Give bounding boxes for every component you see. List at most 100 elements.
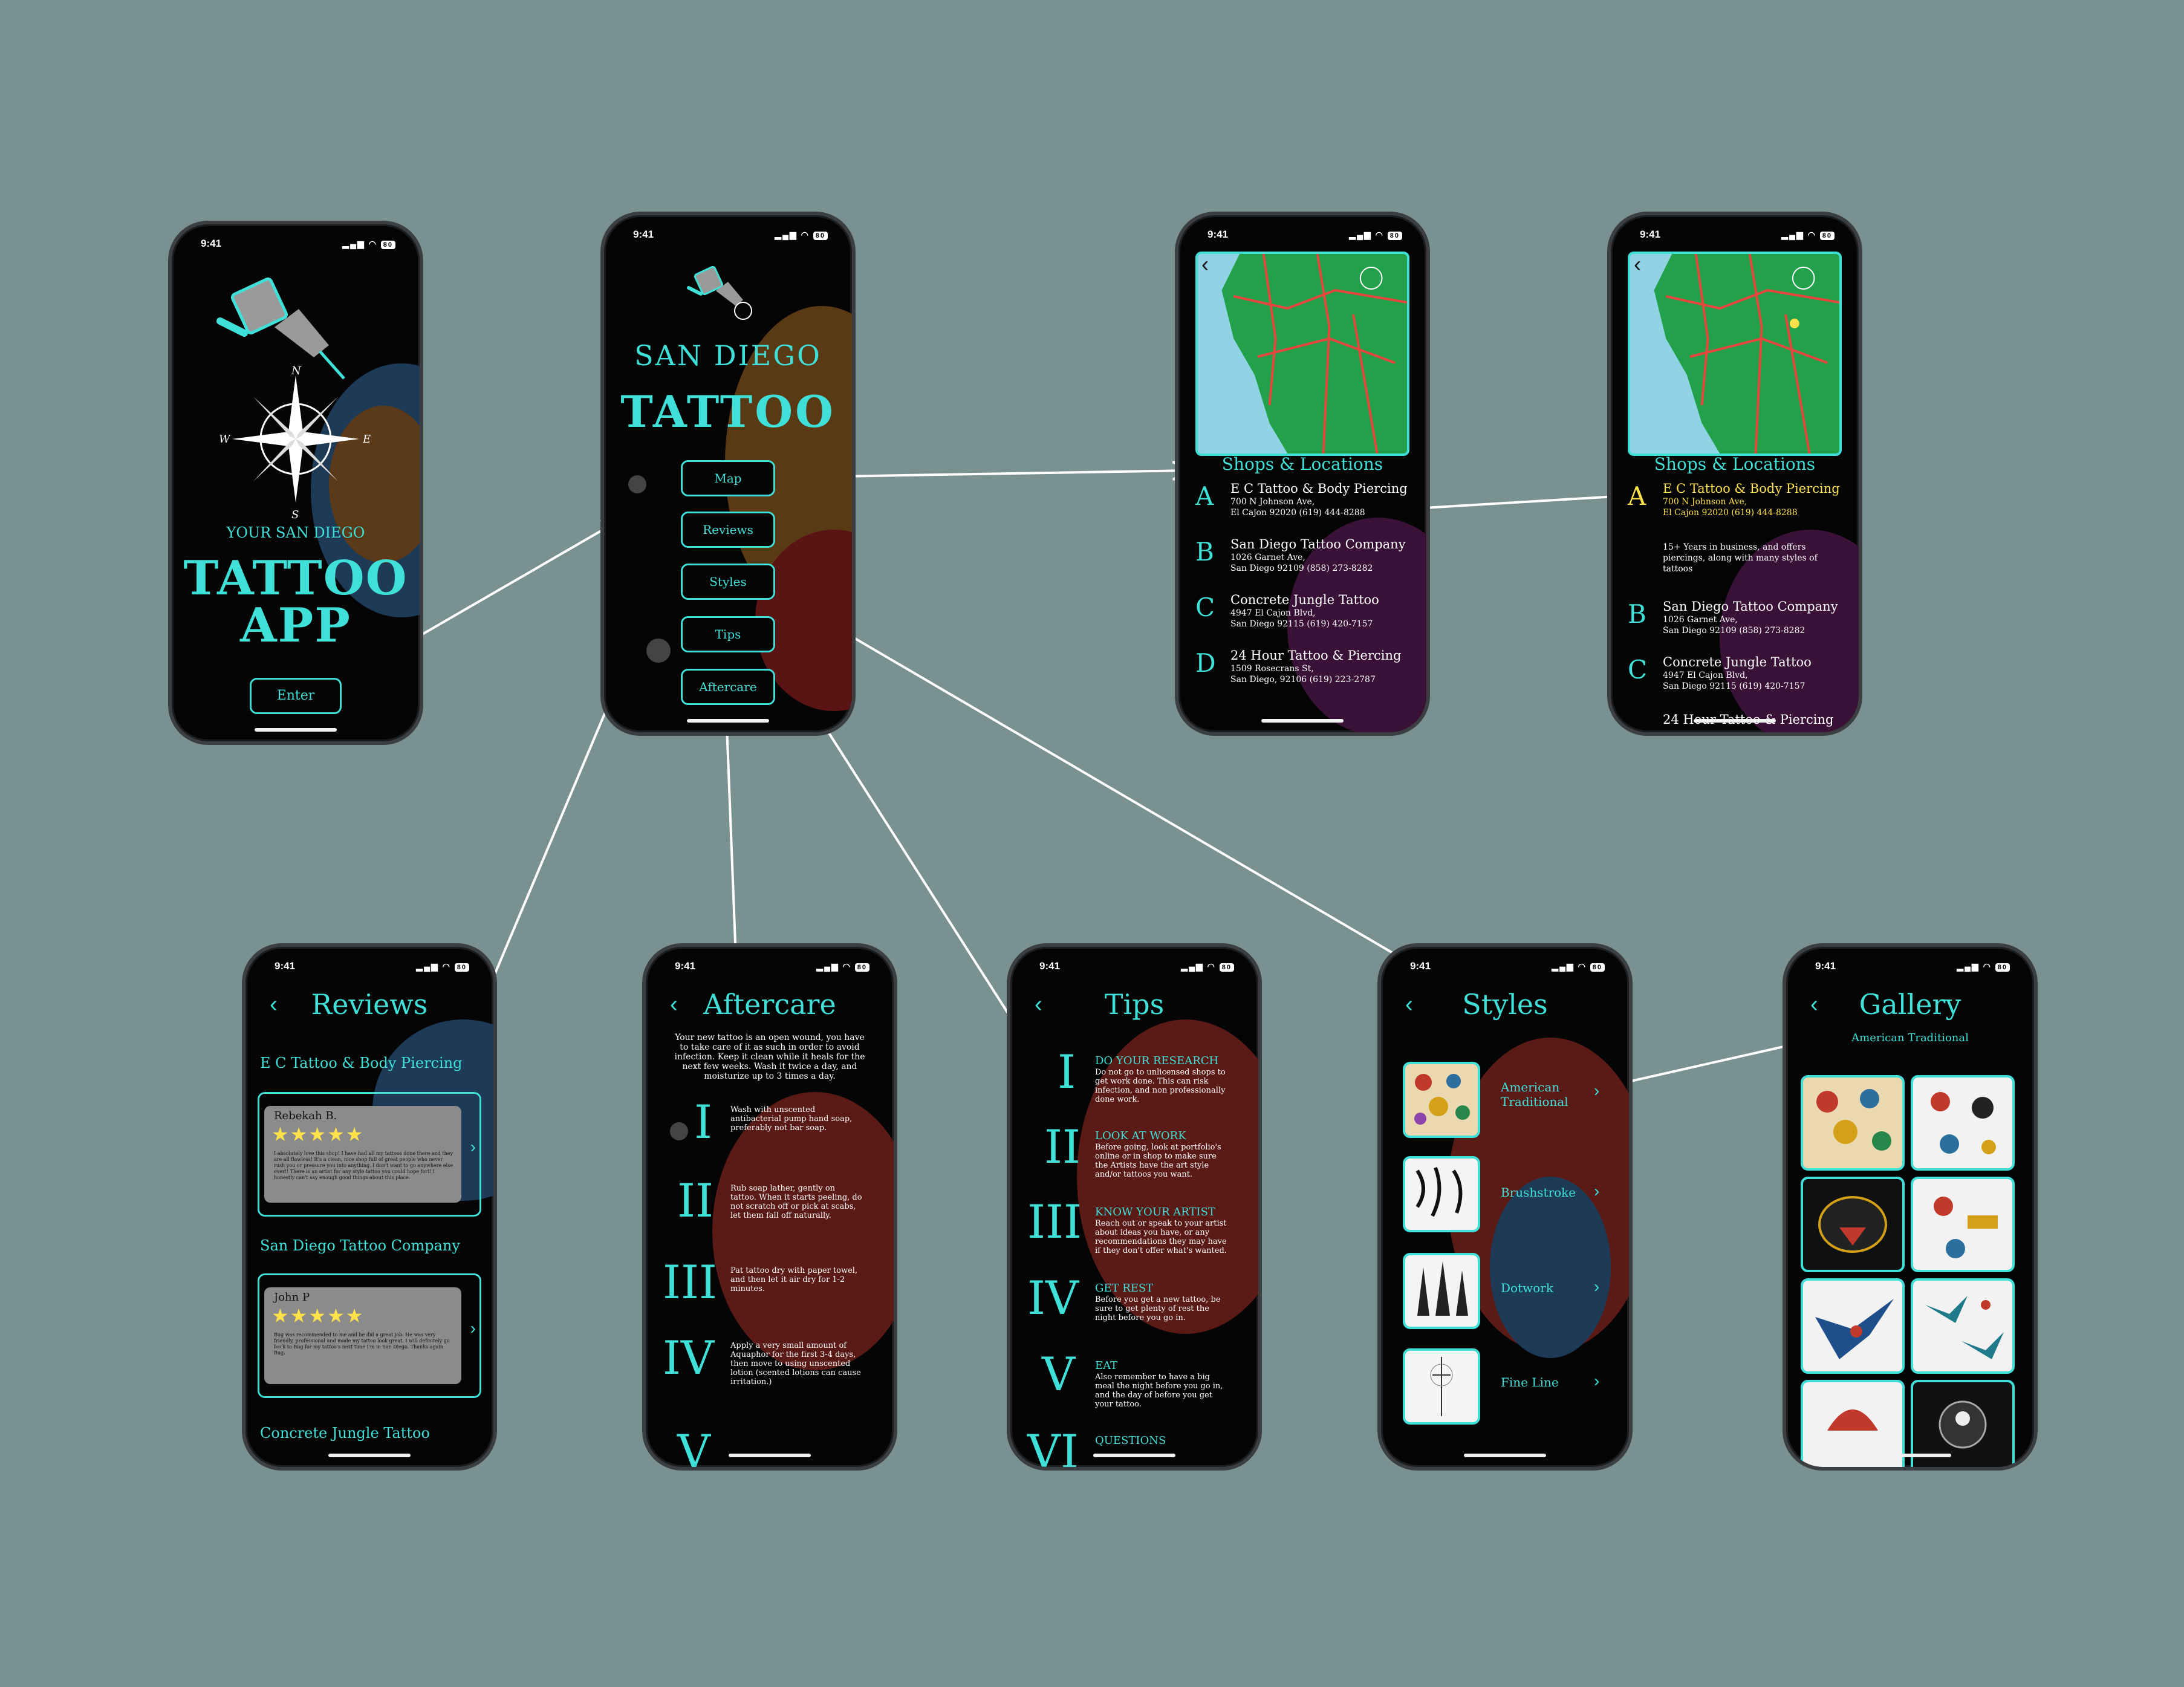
style-label-brushstroke[interactable]: Brushstroke [1501, 1185, 1576, 1200]
home-indicator [1694, 719, 1776, 723]
shops-heading: Shops & Locations [1221, 454, 1383, 474]
gallery-image[interactable] [1911, 1075, 2015, 1171]
style-thumb-dotwork[interactable] [1403, 1253, 1480, 1329]
reviews-title: Reviews [311, 988, 428, 1021]
tattoo-machine-icon [687, 265, 752, 320]
tip-number: III [1027, 1195, 1082, 1249]
step-text: Pat tattoo dry with paper towel, and the… [730, 1266, 858, 1293]
home-indicator [255, 728, 337, 732]
shop-item-b[interactable]: B San Diego Tattoo Company 1026 Garnet A… [1195, 537, 1414, 585]
styles-button[interactable]: Styles [681, 564, 775, 600]
tip-heading: GET REST [1095, 1282, 1154, 1295]
aftercare-title: Aftercare [703, 988, 836, 1021]
style-label-dotwork[interactable]: Dotwork [1501, 1281, 1553, 1295]
status-bar: 9:41 ▂▄▆ ◠ 80 [1207, 229, 1402, 247]
phone-splash: 9:41 ▂▄▆ ◠ 80 N S W E YOUR SAN DIEGO TATT… [168, 221, 423, 745]
flash-sheet-image [1934, 1197, 1998, 1258]
tip-text: Before you get a new tattoo, be sure to … [1095, 1295, 1221, 1322]
splash-subtitle: YOUR SAN DIEGO [226, 524, 365, 541]
tip-number: II [1044, 1120, 1081, 1174]
tip-text: Before going, look at portfolio's online… [1095, 1143, 1221, 1179]
home-indicator [328, 1454, 411, 1457]
shop-item-d[interactable]: D 24 Hour Tattoo & Piercing 1509 Rosecra… [1195, 648, 1414, 697]
aftercare-button[interactable]: Aftercare [681, 669, 775, 705]
review-shop-3: Concrete Jungle Tattoo [260, 1425, 430, 1442]
star-rating: ★★★★★ [271, 1304, 365, 1327]
panther-image [1818, 1196, 1887, 1253]
phone-gallery: 9:41 ▂▄▆ ◠ 80 ‹ Gallery American Traditio… [1783, 943, 2038, 1471]
tattoo-machine-icon [216, 277, 345, 380]
home-indicator [687, 719, 769, 723]
review-body: John P ★★★★★ Bug was recommended to me a… [264, 1287, 461, 1384]
back-icon[interactable]: ‹ [1634, 254, 1641, 277]
shop-map[interactable]: ‹ [1195, 252, 1409, 456]
shops-heading: Shops & Locations [1654, 454, 1816, 474]
status-bar: 9:41 ▂▄▆ ◠ 80 [1410, 960, 1605, 978]
reviews-button[interactable]: Reviews [681, 512, 775, 548]
phone-styles: 9:41 ▂▄▆ ◠ 80 ‹ Styles American Tradition… [1377, 943, 1633, 1471]
dot-decoration [670, 1122, 688, 1140]
chevron-right-icon[interactable]: › [1594, 1371, 1599, 1391]
tip-number: IV [1027, 1271, 1079, 1325]
map-graphic [1654, 254, 1839, 453]
review-card-2[interactable]: John P ★★★★★ Bug was recommended to me a… [258, 1273, 481, 1398]
compass-w-label: W [219, 433, 230, 446]
tip-number: VI [1027, 1425, 1079, 1467]
home-indicator [1464, 1454, 1546, 1457]
step-text: Wash with unscented antibacterial pump h… [730, 1105, 853, 1133]
gallery-image[interactable] [1911, 1278, 2015, 1374]
compass-icon [232, 375, 359, 502]
shop-item-c[interactable]: C Concrete Jungle Tattoo 4947 El Cajon B… [1628, 655, 1847, 703]
step-number: V [677, 1425, 710, 1467]
status-bar: 9:41 ▂▄▆ ◠ 80 [1815, 960, 2010, 978]
chevron-right-icon[interactable]: › [470, 1319, 476, 1338]
gallery-image[interactable] [1801, 1177, 1905, 1272]
phone-map: 9:41 ▂▄▆ ◠ 80 ‹ Shops & Locations A E C T… [1175, 212, 1430, 736]
map-graphic [1221, 254, 1407, 453]
enter-button[interactable]: Enter [250, 678, 342, 714]
phone-home: 9:41 ▂▄▆ ◠ 80 SAN DIEGO TATTOO Map Review… [600, 212, 856, 736]
shop-item-a[interactable]: A E C Tattoo & Body Piercing 700 N Johns… [1195, 481, 1414, 530]
style-thumb-brushstroke[interactable] [1403, 1156, 1480, 1232]
tips-button[interactable]: Tips [681, 616, 775, 652]
review-card-1[interactable]: Rebekah B. ★★★★★ I absolutely love this … [258, 1092, 481, 1217]
home-indicator [729, 1454, 811, 1457]
gallery-image[interactable] [1911, 1177, 2015, 1272]
gallery-image[interactable] [1801, 1278, 1905, 1374]
phone-tips: 9:41 ▂▄▆ ◠ 80 ‹ Tips I DO YOUR RESEARCH D… [1007, 943, 1262, 1471]
star-rating: ★★★★★ [271, 1123, 365, 1146]
rose-decoration [712, 1092, 894, 1370]
shop-item-b[interactable]: B San Diego Tattoo Company 1026 Garnet A… [1628, 599, 1847, 648]
map-button[interactable]: Map [681, 460, 775, 496]
tip-text: Reach out or speak to your artist about … [1095, 1219, 1227, 1255]
chevron-right-icon[interactable]: › [1594, 1277, 1599, 1296]
tips-title: Tips [1104, 988, 1165, 1021]
dotwork-image [1417, 1261, 1468, 1316]
style-label-fine-line[interactable]: Fine Line [1501, 1375, 1559, 1390]
shop-item-c[interactable]: C Concrete Jungle Tattoo 4947 El Cajon B… [1195, 593, 1414, 641]
style-thumb-fine-line[interactable] [1403, 1348, 1480, 1425]
flash-sheet-image [1816, 1089, 1891, 1151]
brushstroke-image [1415, 1166, 1463, 1217]
phone-aftercare: 9:41 ▂▄▆ ◠ 80 ‹ Aftercare Your new tattoo… [642, 943, 897, 1471]
chevron-right-icon[interactable]: › [470, 1137, 476, 1157]
chevron-right-icon[interactable]: › [1594, 1182, 1599, 1201]
tip-text: Do not go to unlicensed shops to get wor… [1095, 1068, 1226, 1104]
style-thumb-american-traditional[interactable] [1403, 1062, 1480, 1138]
back-icon[interactable]: ‹ [1201, 254, 1209, 277]
shop-map[interactable]: ‹ [1628, 252, 1842, 456]
flash-sheet-image [1931, 1092, 1996, 1154]
dot-decoration [646, 639, 671, 663]
compass-s-label: S [291, 509, 299, 521]
shop-item-a-selected[interactable]: A E C Tattoo & Body Piercing 700 N Johns… [1628, 481, 1847, 530]
tip-text: Also remember to have a big meal the nig… [1095, 1373, 1223, 1409]
tip-heading: DO YOUR RESEARCH [1095, 1055, 1219, 1067]
phone-map-detail: 9:41 ▂▄▆ ◠ 80 ‹ Shops & Locations A E C T… [1607, 212, 1862, 736]
gallery-image[interactable] [1801, 1075, 1905, 1171]
phone-reviews: 9:41 ▂▄▆ ◠ 80 ‹ Reviews E C Tattoo & Body… [242, 943, 497, 1471]
home-indicator [1261, 719, 1344, 723]
style-label-american-traditional[interactable]: American Traditional [1501, 1080, 1585, 1109]
chevron-right-icon[interactable]: › [1594, 1081, 1599, 1100]
fine-line-image [1430, 1357, 1453, 1416]
dot-decoration [628, 475, 646, 493]
